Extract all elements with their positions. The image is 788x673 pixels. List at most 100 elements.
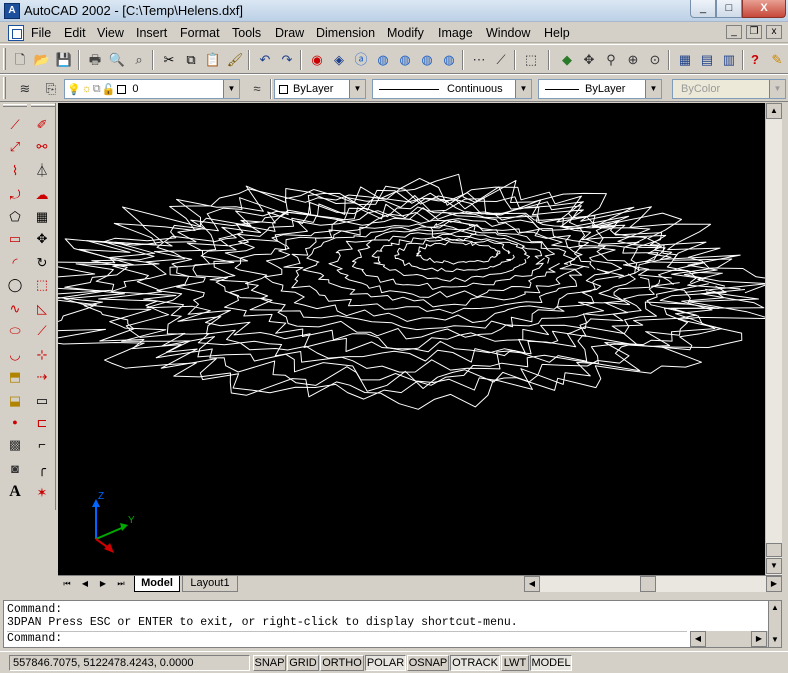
polar-toggle[interactable]: POLAR	[365, 655, 406, 671]
minimize-button[interactable]: _	[690, 0, 716, 18]
menu-view[interactable]: View	[97, 26, 124, 40]
point-filter-icon[interactable]: ◍	[372, 48, 394, 70]
hatch-icon[interactable]: ▩	[4, 433, 26, 455]
arc-icon[interactable]: ◜	[4, 251, 26, 273]
plot-icon[interactable]: 🖶	[84, 48, 106, 70]
layer-dropdown[interactable]: 💡 ☼ ⧉ 🔓 0 ▼	[64, 79, 240, 99]
3d-orbit-icon[interactable]: ⋯	[468, 48, 490, 70]
ucs-icon[interactable]: ◍	[394, 48, 416, 70]
adcenter-icon[interactable]: ⊕	[622, 48, 644, 70]
menu-insert[interactable]: Insert	[136, 26, 167, 40]
move-icon[interactable]: ✥	[31, 227, 53, 249]
chevron-down-icon[interactable]: ▼	[349, 80, 365, 98]
osnap-toggle[interactable]: OSNAP	[407, 655, 449, 671]
scroll-down-button[interactable]: ▼	[769, 633, 781, 647]
layer-previous-icon[interactable]: ≈	[246, 77, 268, 99]
draw-toolbar-grip[interactable]	[3, 104, 27, 107]
design-center-palette-icon[interactable]: ▤	[696, 48, 718, 70]
pan-icon[interactable]: ⟋	[490, 48, 512, 70]
rectangle-icon[interactable]: ▭	[4, 227, 26, 249]
construction-line-icon[interactable]: ⤢	[4, 135, 26, 157]
command-horizontal-scrollbar[interactable]: ◀ ▶	[690, 631, 769, 647]
copy-icon[interactable]: ⧉	[180, 48, 202, 70]
named-views-icon[interactable]: ◍	[438, 48, 460, 70]
menu-edit[interactable]: Edit	[64, 26, 86, 40]
trim-icon[interactable]: ⊹	[31, 343, 53, 365]
open-icon[interactable]: 📂	[31, 48, 53, 70]
explode-icon[interactable]: ✶	[31, 481, 53, 503]
zoom-realtime-icon[interactable]: ⬚	[520, 48, 542, 70]
break-icon[interactable]: ⊏	[31, 411, 53, 433]
aerial-view-icon[interactable]: ◍	[416, 48, 438, 70]
extend-icon[interactable]: ⇢	[31, 365, 53, 387]
make-object-layer-current-icon[interactable]: ⎘	[40, 77, 62, 99]
scroll-right-button[interactable]: ▶	[766, 576, 782, 592]
match-properties-icon[interactable]: 🖌	[224, 48, 246, 70]
polygon-icon[interactable]: ⬠	[4, 205, 26, 227]
menu-format[interactable]: Format	[180, 26, 220, 40]
snap-toggle[interactable]: SNAP	[253, 655, 286, 671]
document-close-button[interactable]: x	[766, 25, 782, 39]
document-restore-button[interactable]: ❐	[746, 25, 762, 39]
cut-icon[interactable]: ✂	[158, 48, 180, 70]
maximize-button[interactable]: □	[716, 0, 742, 18]
document-icon[interactable]	[8, 25, 24, 41]
menu-help[interactable]: Help	[544, 26, 570, 40]
make-block-icon[interactable]: ⬓	[4, 389, 26, 411]
horizontal-scroll-thumb[interactable]	[640, 576, 656, 592]
toolbar-grip[interactable]	[3, 48, 6, 70]
menu-draw[interactable]: Draw	[275, 26, 304, 40]
scroll-thumb[interactable]	[766, 543, 782, 557]
ellipse-arc-icon[interactable]: ◡	[4, 343, 26, 365]
rotate-icon[interactable]: ↻	[31, 251, 53, 273]
scroll-left-button[interactable]: ◀	[690, 631, 706, 647]
region-icon[interactable]: ◙	[4, 457, 26, 479]
circle-icon[interactable]: ◯	[4, 273, 26, 295]
lineweight-dropdown[interactable]: ByLayer ▼	[538, 79, 662, 99]
tab-layout1[interactable]: Layout1	[182, 576, 238, 592]
scroll-left-button[interactable]: ◀	[524, 576, 540, 592]
design-center-icon[interactable]: ⓐ	[350, 48, 372, 70]
menu-modify[interactable]: Modify	[387, 26, 424, 40]
menu-window[interactable]: Window	[486, 26, 530, 40]
close-button[interactable]: X	[742, 0, 786, 18]
scroll-down-button[interactable]: ▼	[766, 558, 782, 574]
multiline-icon[interactable]: ⤾	[4, 183, 26, 205]
properties-icon[interactable]: ⚲	[600, 48, 622, 70]
scroll-right-button[interactable]: ▶	[751, 631, 767, 647]
find-icon[interactable]: ⌕	[128, 48, 150, 70]
drawing-canvas[interactable]: Z Y	[58, 103, 765, 575]
paste-icon[interactable]: 📋	[202, 48, 224, 70]
title-bar[interactable]: A AutoCAD 2002 - [C:\Temp\Helens.dxf] _ …	[0, 0, 788, 22]
fillet-icon[interactable]: ╭	[31, 457, 53, 479]
spline-icon[interactable]: ∿	[4, 297, 26, 319]
undo-icon[interactable]: ↶	[254, 48, 276, 70]
stretch-icon[interactable]: ◺	[31, 297, 53, 319]
erase-icon[interactable]: ✐	[31, 113, 53, 135]
mirror-icon[interactable]: ⏃	[31, 159, 53, 181]
menu-dimension[interactable]: Dimension	[316, 26, 375, 40]
scroll-up-button[interactable]: ▲	[769, 601, 781, 615]
otrack-toggle[interactable]: OTRACK	[450, 655, 500, 671]
redo-icon[interactable]: ↷	[276, 48, 298, 70]
multiline-text-icon[interactable]: A	[4, 481, 26, 503]
chevron-down-icon[interactable]: ▼	[645, 80, 661, 98]
tab-model[interactable]: Model	[134, 576, 180, 592]
insert-block-icon[interactable]: ⬒	[4, 365, 26, 387]
previous-tab-button[interactable]: ◀	[78, 577, 92, 591]
menu-tools[interactable]: Tools	[232, 26, 261, 40]
lengthen-icon[interactable]: ⟋	[31, 319, 53, 341]
offset-icon[interactable]: ☁	[31, 183, 53, 205]
modify-toolbar-grip[interactable]	[31, 104, 55, 107]
line-icon[interactable]: ⟋	[4, 113, 26, 135]
first-tab-button[interactable]: ⏮	[60, 577, 74, 591]
polyline-icon[interactable]: ⌇	[4, 159, 26, 181]
menu-image[interactable]: Image	[438, 26, 473, 40]
menu-file[interactable]: File	[31, 26, 51, 40]
object-properties-icon[interactable]: ▦	[674, 48, 696, 70]
scroll-up-button[interactable]: ▲	[766, 103, 782, 119]
horizontal-scrollbar[interactable]: ◀ ▶	[524, 576, 782, 592]
meet-now-icon[interactable]: ◈	[328, 48, 350, 70]
array-icon[interactable]: ▦	[31, 205, 53, 227]
ortho-toggle[interactable]: ORTHO	[320, 655, 364, 671]
